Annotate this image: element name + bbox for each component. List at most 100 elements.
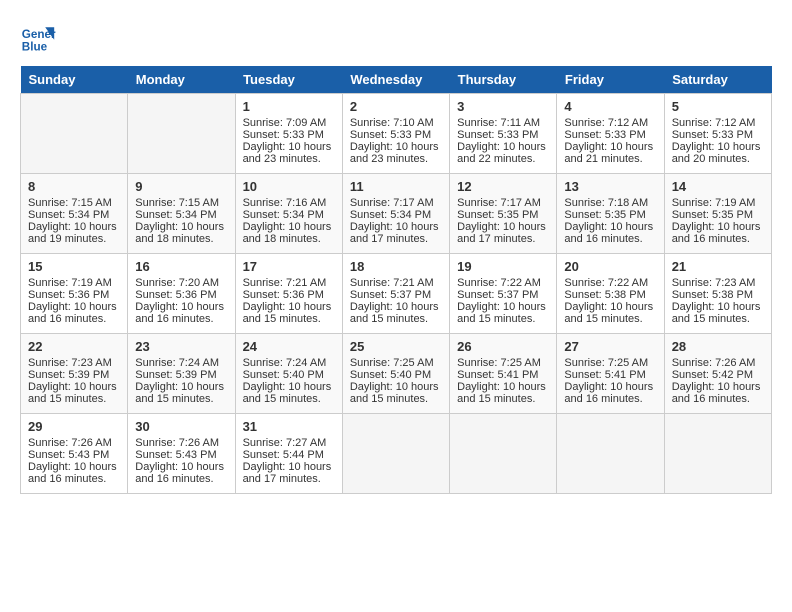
daylight: Daylight: 10 hours and 15 minutes. [564,301,653,325]
daylight: Daylight: 10 hours and 16 minutes. [672,221,761,245]
calendar-week-row: 1Sunrise: 7:09 AMSunset: 5:33 PMDaylight… [21,94,772,174]
daylight: Daylight: 10 hours and 15 minutes. [350,301,439,325]
sunset: Sunset: 5:41 PM [457,369,538,381]
sunrise: Sunrise: 7:12 AM [672,117,756,129]
calendar-day-cell: 2Sunrise: 7:10 AMSunset: 5:33 PMDaylight… [342,94,449,174]
day-number: 22 [28,339,120,354]
weekday-header-monday: Monday [128,66,235,94]
day-number: 29 [28,419,120,434]
weekday-header-friday: Friday [557,66,664,94]
sunset: Sunset: 5:35 PM [457,209,538,221]
day-number: 20 [564,259,656,274]
daylight: Daylight: 10 hours and 15 minutes. [243,381,332,405]
day-number: 21 [672,259,764,274]
day-number: 15 [28,259,120,274]
sunrise: Sunrise: 7:15 AM [28,197,112,209]
sunset: Sunset: 5:36 PM [135,289,216,301]
calendar-day-cell: 16Sunrise: 7:20 AMSunset: 5:36 PMDayligh… [128,254,235,334]
day-number: 25 [350,339,442,354]
calendar-day-cell: 31Sunrise: 7:27 AMSunset: 5:44 PMDayligh… [235,414,342,494]
calendar-day-cell: 23Sunrise: 7:24 AMSunset: 5:39 PMDayligh… [128,334,235,414]
sunrise: Sunrise: 7:21 AM [350,277,434,289]
day-number: 31 [243,419,335,434]
day-number: 10 [243,179,335,194]
calendar-day-cell: 26 Sunrise: 7:25 AMSunset: 5:41 PMDayligh… [450,334,557,414]
sunset: Sunset: 5:43 PM [28,449,109,461]
sunrise: Sunrise: 7:27 AM [243,437,327,449]
daylight: Daylight: 10 hours and 16 minutes. [672,381,761,405]
calendar-day-cell [342,414,449,494]
day-number: 2 [350,99,442,114]
daylight: Daylight: 10 hours and 15 minutes. [135,381,224,405]
sunset: Sunset: 5:41 PM [564,369,645,381]
sunset: Sunset: 5:35 PM [564,209,645,221]
calendar-day-cell [664,414,771,494]
day-number: 3 [457,99,549,114]
day-number: 19 [457,259,549,274]
day-number: 28 [672,339,764,354]
calendar-week-row: 22Sunrise: 7:23 AMSunset: 5:39 PMDayligh… [21,334,772,414]
weekday-header-row: SundayMondayTuesdayWednesdayThursdayFrid… [21,66,772,94]
daylight: Daylight: 10 hours and 15 minutes. [350,381,439,405]
calendar-week-row: 8Sunrise: 7:15 AMSunset: 5:34 PMDaylight… [21,174,772,254]
daylight: Daylight: 10 hours and 15 minutes. [457,381,546,405]
sunset: Sunset: 5:42 PM [672,369,753,381]
calendar-day-cell: 17Sunrise: 7:21 AMSunset: 5:36 PMDayligh… [235,254,342,334]
calendar-day-cell: 14Sunrise: 7:19 AMSunset: 5:35 PMDayligh… [664,174,771,254]
svg-text:Blue: Blue [22,41,48,54]
weekday-header-tuesday: Tuesday [235,66,342,94]
daylight: Daylight: 10 hours and 15 minutes. [457,301,546,325]
calendar-week-row: 29Sunrise: 7:26 AMSunset: 5:43 PMDayligh… [21,414,772,494]
sunset: Sunset: 5:37 PM [350,289,431,301]
sunset: Sunset: 5:38 PM [672,289,753,301]
calendar-day-cell: 9Sunrise: 7:15 AMSunset: 5:34 PMDaylight… [128,174,235,254]
calendar-day-cell [450,414,557,494]
day-number: 24 [243,339,335,354]
weekday-header-saturday: Saturday [664,66,771,94]
day-number: 18 [350,259,442,274]
calendar-day-cell: 15 Sunrise: 7:19 AMSunset: 5:36 PMDayligh… [21,254,128,334]
sunset: Sunset: 5:34 PM [28,209,109,221]
day-number: 30 [135,419,227,434]
day-number: 26 [457,339,549,354]
day-number: 23 [135,339,227,354]
day-number: 1 [243,99,335,114]
daylight: Daylight: 10 hours and 16 minutes. [564,221,653,245]
calendar-day-cell: 11Sunrise: 7:17 AMSunset: 5:34 PMDayligh… [342,174,449,254]
sunrise: Sunrise: 7:26 AM [28,437,112,449]
sunrise: Sunrise: 7:23 AM [672,277,756,289]
sunrise: Sunrise: 7:19 AM [28,277,112,289]
day-number: 8 [28,179,120,194]
calendar-day-cell: 28 Sunrise: 7:26 AMSunset: 5:42 PMDayligh… [664,334,771,414]
daylight: Daylight: 10 hours and 16 minutes. [28,301,117,325]
day-number: 13 [564,179,656,194]
daylight: Daylight: 10 hours and 18 minutes. [243,221,332,245]
calendar-day-cell: 18 Sunrise: 7:21 AMSunset: 5:37 PMDayligh… [342,254,449,334]
calendar-day-cell: 3Sunrise: 7:11 AMSunset: 5:33 PMDaylight… [450,94,557,174]
sunset: Sunset: 5:36 PM [28,289,109,301]
day-number: 17 [243,259,335,274]
calendar-day-cell: 8Sunrise: 7:15 AMSunset: 5:34 PMDaylight… [21,174,128,254]
sunset: Sunset: 5:33 PM [457,129,538,141]
sunrise: Sunrise: 7:24 AM [243,357,327,369]
sunset: Sunset: 5:43 PM [135,449,216,461]
calendar-day-cell [128,94,235,174]
sunset: Sunset: 5:38 PM [564,289,645,301]
day-number: 5 [672,99,764,114]
sunset: Sunset: 5:36 PM [243,289,324,301]
calendar-day-cell: 27Sunrise: 7:25 AMSunset: 5:41 PMDayligh… [557,334,664,414]
daylight: Daylight: 10 hours and 16 minutes. [564,381,653,405]
sunset: Sunset: 5:34 PM [350,209,431,221]
calendar-day-cell: 20Sunrise: 7:22 AMSunset: 5:38 PMDayligh… [557,254,664,334]
day-number: 14 [672,179,764,194]
day-number: 11 [350,179,442,194]
daylight: Daylight: 10 hours and 16 minutes. [28,461,117,485]
calendar-day-cell: 24Sunrise: 7:24 AMSunset: 5:40 PMDayligh… [235,334,342,414]
calendar-day-cell: 5Sunrise: 7:12 AMSunset: 5:33 PMDaylight… [664,94,771,174]
sunrise: Sunrise: 7:26 AM [672,357,756,369]
weekday-header-sunday: Sunday [21,66,128,94]
sunrise: Sunrise: 7:25 AM [457,357,541,369]
sunset: Sunset: 5:39 PM [135,369,216,381]
daylight: Daylight: 10 hours and 15 minutes. [243,301,332,325]
calendar-week-row: 15Sunrise: 7:19 AMSunset: 5:36 PMDayligh… [21,254,772,334]
